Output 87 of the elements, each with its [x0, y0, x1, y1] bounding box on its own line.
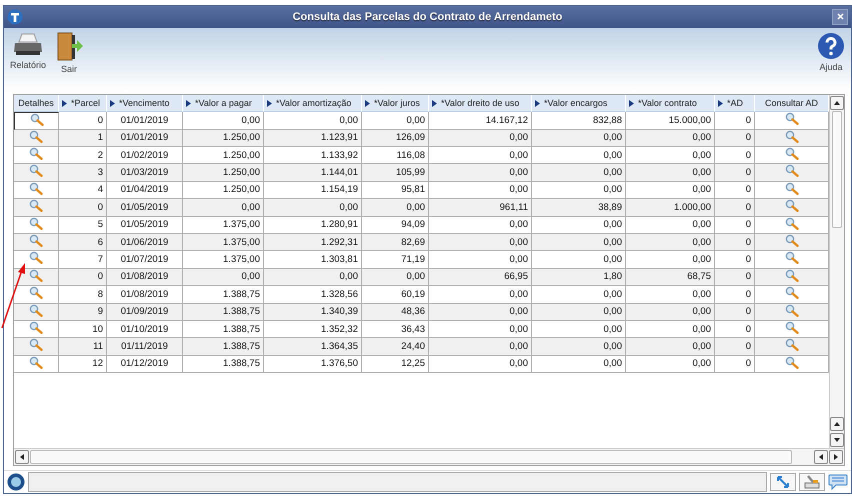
magnifier-icon	[784, 268, 798, 282]
magnifier-icon	[30, 113, 44, 126]
magnifier-icon	[784, 146, 798, 160]
magnifier-icon	[29, 216, 43, 230]
magnifier-icon	[29, 146, 43, 160]
wrench-keyboard-icon	[804, 475, 820, 490]
scroll-thumb[interactable]	[832, 111, 842, 228]
close-icon	[836, 13, 844, 20]
help-icon	[817, 32, 845, 60]
globe-icon[interactable]	[7, 473, 25, 492]
magnifier-icon	[29, 251, 43, 264]
column-header[interactable]: Detalhes	[14, 95, 59, 112]
magnifier-icon	[784, 234, 798, 247]
table-row[interactable]: 12 01/12/2019 1.388,75 1.376,50 12,25 0,00 0,00 0,00 0	[14, 356, 829, 374]
toolbar-button[interactable]: Sair	[54, 32, 84, 74]
table-cell: 0,00	[532, 356, 626, 374]
magnifier-icon	[784, 112, 798, 126]
table-row[interactable]: 0 01/01/2019 0,00 0,00 0,00 14.167,12 832,88 15.000,00 0	[14, 112, 829, 130]
table-cell: 12	[59, 356, 107, 374]
window-title: Consulta das Parcelas do Contrato de Arrendameto	[292, 10, 564, 23]
table-row[interactable]: 2 01/02/2019 1.250,00 1.133,92 116,08 0,00 0,00 0,00 0	[14, 146, 829, 164]
magnifier-icon	[784, 216, 798, 230]
magnifier-icon	[29, 199, 43, 212]
magnifier-icon	[784, 356, 798, 369]
table-row[interactable]: 10 01/10/2019 1.388,75 1.352,32 36,43 0,00 0,00 0,00 0	[14, 320, 829, 338]
up-arrow-icon	[833, 99, 841, 108]
table-row[interactable]: 8 01/08/2019 1.388,75 1.328,56 60,19 0,00 0,00 0,00 0	[14, 286, 829, 304]
down-arrow-icon	[833, 436, 841, 444]
up-arrow-icon	[833, 420, 841, 428]
magnifier-icon	[29, 320, 43, 334]
scroll-left-button[interactable]	[15, 450, 29, 464]
vertical-scrollbar[interactable]	[829, 95, 844, 448]
table-row[interactable]: 11 01/11/2019 1.388,75 1.364,35 24,40 0,00 0,00 0,00 0	[14, 338, 829, 356]
magnifier-icon	[29, 268, 43, 282]
right-arrow-icon	[832, 453, 840, 462]
magnifier-icon	[784, 338, 798, 352]
tools-button[interactable]	[799, 473, 825, 492]
magnifier-icon	[784, 182, 798, 195]
table-cell: 1.388,75	[183, 356, 264, 374]
chat-icon[interactable]	[828, 474, 848, 490]
table-cell: 0	[715, 356, 755, 374]
table-row[interactable]: 6 01/06/2019 1.375,00 1.292,31 82,69 0,00 0,00 0,00 0	[14, 234, 829, 252]
magnifier-icon	[29, 338, 43, 352]
magnifier-icon	[784, 164, 798, 178]
magnifier-icon	[29, 130, 43, 143]
magnifier-icon	[784, 304, 798, 316]
magnifier-icon	[29, 164, 43, 178]
magnifier-icon	[29, 286, 43, 300]
magnifier-icon	[784, 251, 798, 264]
magnifier-icon	[29, 234, 43, 247]
table-cell: 0,00	[429, 356, 532, 374]
table-row[interactable]: 4 01/04/2019 1.250,00 1.154,19 95,81 0,00 0,00 0,00 0	[14, 182, 829, 200]
left-arrow-icon	[817, 453, 825, 462]
scroll-up-button[interactable]	[830, 417, 844, 432]
app-logo-icon	[7, 8, 23, 25]
magnifier-icon	[29, 304, 43, 316]
close-button[interactable]	[832, 8, 848, 25]
magnifier-icon	[29, 356, 43, 369]
table-row[interactable]: 0 01/08/2019 0,00 0,00 0,00 66,95 1,80 68,75 0	[14, 268, 829, 286]
scroll-left-button[interactable]	[814, 450, 828, 464]
help-button[interactable]: Ajuda	[817, 32, 845, 72]
table-cell: 1.376,50	[264, 356, 362, 374]
table-cell: 12,25	[362, 356, 429, 374]
table-row[interactable]: 7 01/07/2019 1.375,00 1.303,81 71,19 0,00 0,00 0,00 0	[14, 251, 829, 269]
details-button[interactable]	[14, 112, 59, 130]
scroll-thumb[interactable]	[30, 450, 792, 464]
scroll-down-button[interactable]	[830, 433, 844, 448]
table-row[interactable]: 0 01/05/2019 0,00 0,00 0,00 961,11 38,89 1.000,00 0	[14, 199, 829, 217]
magnifier-icon	[784, 286, 798, 300]
scroll-right-button[interactable]	[829, 450, 843, 464]
table-cell: 01/12/2019	[107, 356, 183, 374]
magnifier-icon	[784, 199, 798, 212]
resize-button[interactable]	[770, 473, 796, 492]
magnifier-icon	[29, 182, 43, 195]
left-arrow-icon	[18, 453, 26, 462]
table-row[interactable]: 1 01/01/2019 1.250,00 1.123,91 126,09 0,00 0,00 0,00 0	[14, 130, 829, 147]
printer-icon	[13, 32, 44, 58]
table-row[interactable]: 9 01/09/2019 1.388,75 1.340,39 48,36 0,00 0,00 0,00 0	[14, 304, 829, 321]
table-row[interactable]: 3 01/03/2019 1.250,00 1.144,01 105,99 0,00 0,00 0,00 0	[14, 164, 829, 182]
magnifier-icon	[784, 130, 798, 143]
toolbar-button[interactable]: Relatório	[10, 32, 46, 70]
table-row[interactable]: 5 01/05/2019 1.375,00 1.280,91 94,09 0,00 0,00 0,00 0	[14, 216, 829, 234]
diagonal-arrow-icon	[777, 476, 789, 488]
table-cell: 0,00	[626, 356, 715, 374]
horizontal-scrollbar[interactable]	[14, 448, 844, 466]
scroll-up-button[interactable]	[830, 96, 844, 110]
magnifier-icon	[784, 320, 798, 334]
